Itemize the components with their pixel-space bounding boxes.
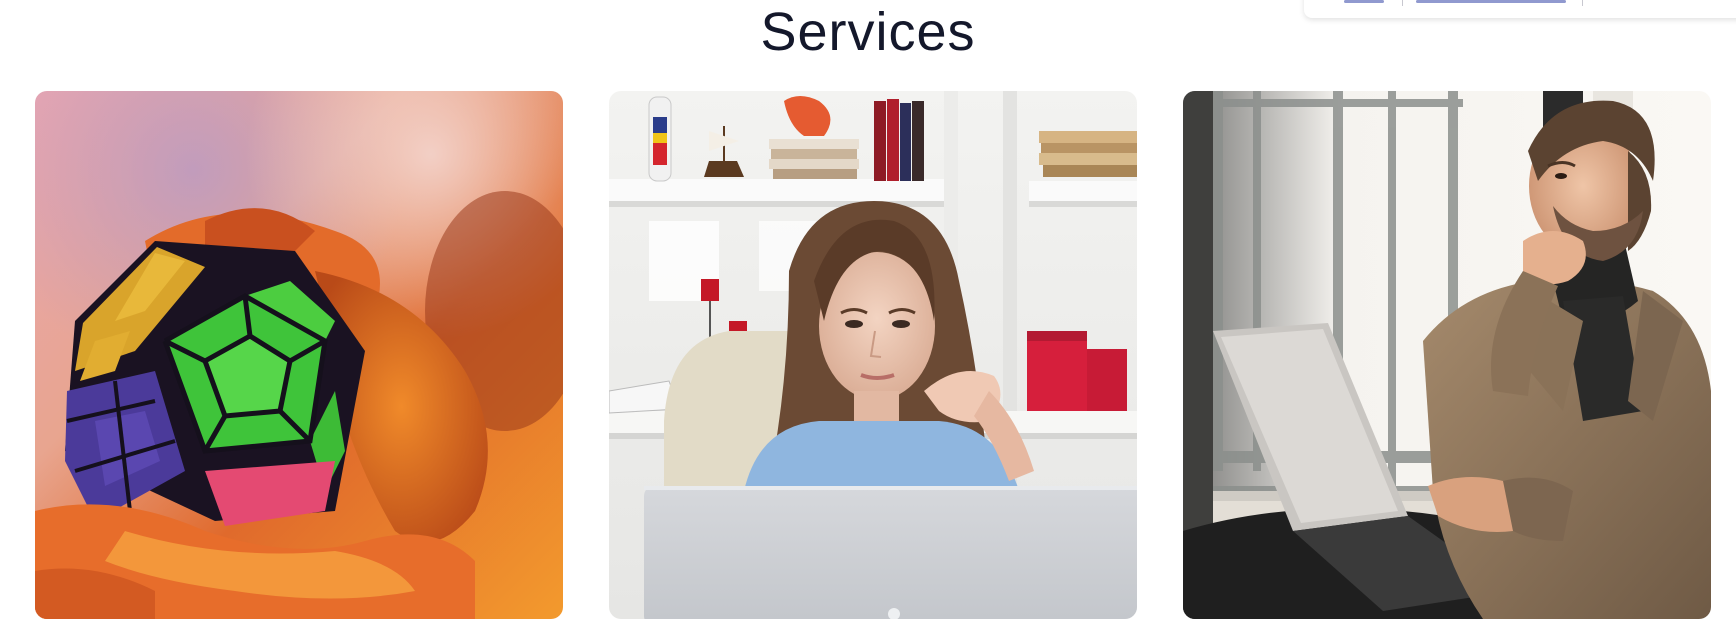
woman-laptop-image	[609, 91, 1137, 619]
service-card-2[interactable]	[609, 91, 1137, 619]
megaminx-puzzle-image	[35, 91, 563, 619]
services-cards	[35, 91, 1711, 619]
service-card-1[interactable]	[35, 91, 563, 619]
services-page: Services	[0, 0, 1736, 626]
service-card-3[interactable]	[1183, 91, 1711, 619]
man-laptop-image	[1183, 91, 1711, 619]
section-title: Services	[760, 2, 976, 62]
